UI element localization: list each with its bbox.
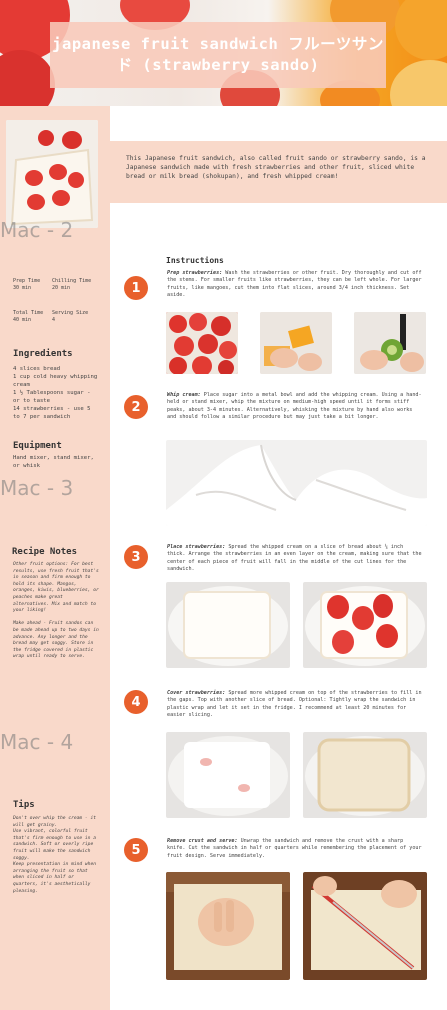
equipment-heading: Equipment	[13, 441, 62, 451]
serving-size: Serving Size 4	[52, 310, 88, 324]
sandwich-illustration	[6, 120, 98, 228]
sidebar: Mac - 2 Prep Time 30 min Chilling Time 2…	[0, 106, 110, 1010]
prep-time-value: 30 min	[13, 285, 32, 291]
step-number-1: 1	[124, 276, 148, 300]
step-title-5: Remove crust and serve:	[167, 838, 238, 844]
chill-time-value: 20 min	[52, 285, 71, 291]
step-number-2: 2	[124, 395, 148, 419]
recipe-notes-heading: Recipe Notes	[12, 547, 78, 557]
equipment-list: Hand mixer, stand mixer, or whisk	[13, 455, 94, 469]
step-title-1: Prep strawberries:	[167, 270, 223, 276]
step-number-3: 3	[124, 545, 148, 569]
ingredients-heading: Ingredients	[13, 349, 73, 359]
total-time: Total Time 40 min	[13, 310, 43, 324]
orange-photo	[390, 60, 447, 106]
chill-time-label: Chilling Time	[52, 278, 92, 284]
intro-text: This Japanese fruit sandwich, also calle…	[126, 155, 426, 181]
bread-top-illustration	[303, 732, 427, 818]
recipe-notes-text: Other fruit options: For best results, u…	[13, 562, 99, 660]
tips-heading: Tips	[13, 800, 35, 810]
step-title-4: Cover strawberries:	[167, 690, 226, 696]
title-box: japanese fruit sandwich フルーツサンド (strawbe…	[50, 22, 386, 88]
step-number-5: 5	[124, 838, 148, 862]
cream-spread-illustration	[166, 582, 290, 668]
step-text-3: Place strawberries: Spread the whipped c…	[167, 544, 423, 574]
whipped-cream-photo	[166, 440, 427, 526]
strawberries-illustration	[166, 312, 238, 374]
strawberries-photo	[166, 312, 238, 374]
total-time-value: 40 min	[13, 317, 32, 323]
step-body-2: Place sugar into a metal bowl and add th…	[167, 392, 422, 421]
mango-cutting-illustration	[260, 312, 332, 374]
strawberries-on-cream-photo	[303, 582, 427, 668]
watermark-text: Mac - 3	[0, 476, 74, 500]
crust-removal-illustration	[166, 872, 290, 980]
mango-cutting-photo	[260, 312, 332, 374]
step-text-4: Cover strawberries: Spread more whipped …	[167, 690, 423, 720]
kiwi-cutting-photo	[354, 312, 426, 374]
strawberry-photo	[0, 50, 55, 106]
hero-banner: japanese fruit sandwich フルーツサンド (strawbe…	[0, 0, 447, 106]
intro-panel: This Japanese fruit sandwich, also calle…	[110, 141, 447, 203]
step-title-3: Place strawberries:	[167, 544, 226, 550]
total-time-label: Total Time	[13, 310, 44, 316]
kiwi-cutting-illustration	[354, 312, 426, 374]
chill-time: Chilling Time 20 min	[52, 278, 91, 292]
instructions-heading: Instructions	[166, 256, 224, 265]
watermark-text: Mac - 4	[0, 730, 74, 754]
step-title-2: Whip cream:	[167, 392, 201, 398]
strawberries-on-cream-illustration	[303, 582, 427, 668]
slicing-photo	[303, 872, 427, 980]
cream-spread-photo	[166, 582, 290, 668]
prep-time: Prep Time 30 min	[13, 278, 40, 292]
ingredients-list: 4 slices bread 1 cup cold heavy whipping…	[13, 366, 98, 420]
step-text-1: Prep strawberries: Wash the strawberries…	[167, 270, 423, 300]
slicing-illustration	[303, 872, 427, 980]
serving-size-value: 4	[52, 317, 56, 323]
page-title: japanese fruit sandwich フルーツサンド (strawbe…	[52, 35, 384, 74]
cream-cover-photo	[166, 732, 290, 818]
tips-text: Don't over whip the cream - it will get …	[13, 816, 96, 894]
orange-photo	[395, 0, 447, 60]
step-text-2: Whip cream: Place sugar into a metal bow…	[167, 392, 423, 422]
serving-size-label: Serving Size	[52, 310, 89, 316]
sandwich-photo	[6, 120, 98, 228]
watermark-text: Mac - 2	[0, 218, 74, 242]
bread-top-photo	[303, 732, 427, 818]
step-text-5: Remove crust and serve: Unwrap the sandw…	[167, 838, 423, 860]
cream-cover-illustration	[166, 732, 290, 818]
prep-time-label: Prep Time	[13, 278, 41, 284]
whipped-cream-illustration	[166, 440, 427, 526]
crust-removal-photo	[166, 872, 290, 980]
step-number-4: 4	[124, 690, 148, 714]
